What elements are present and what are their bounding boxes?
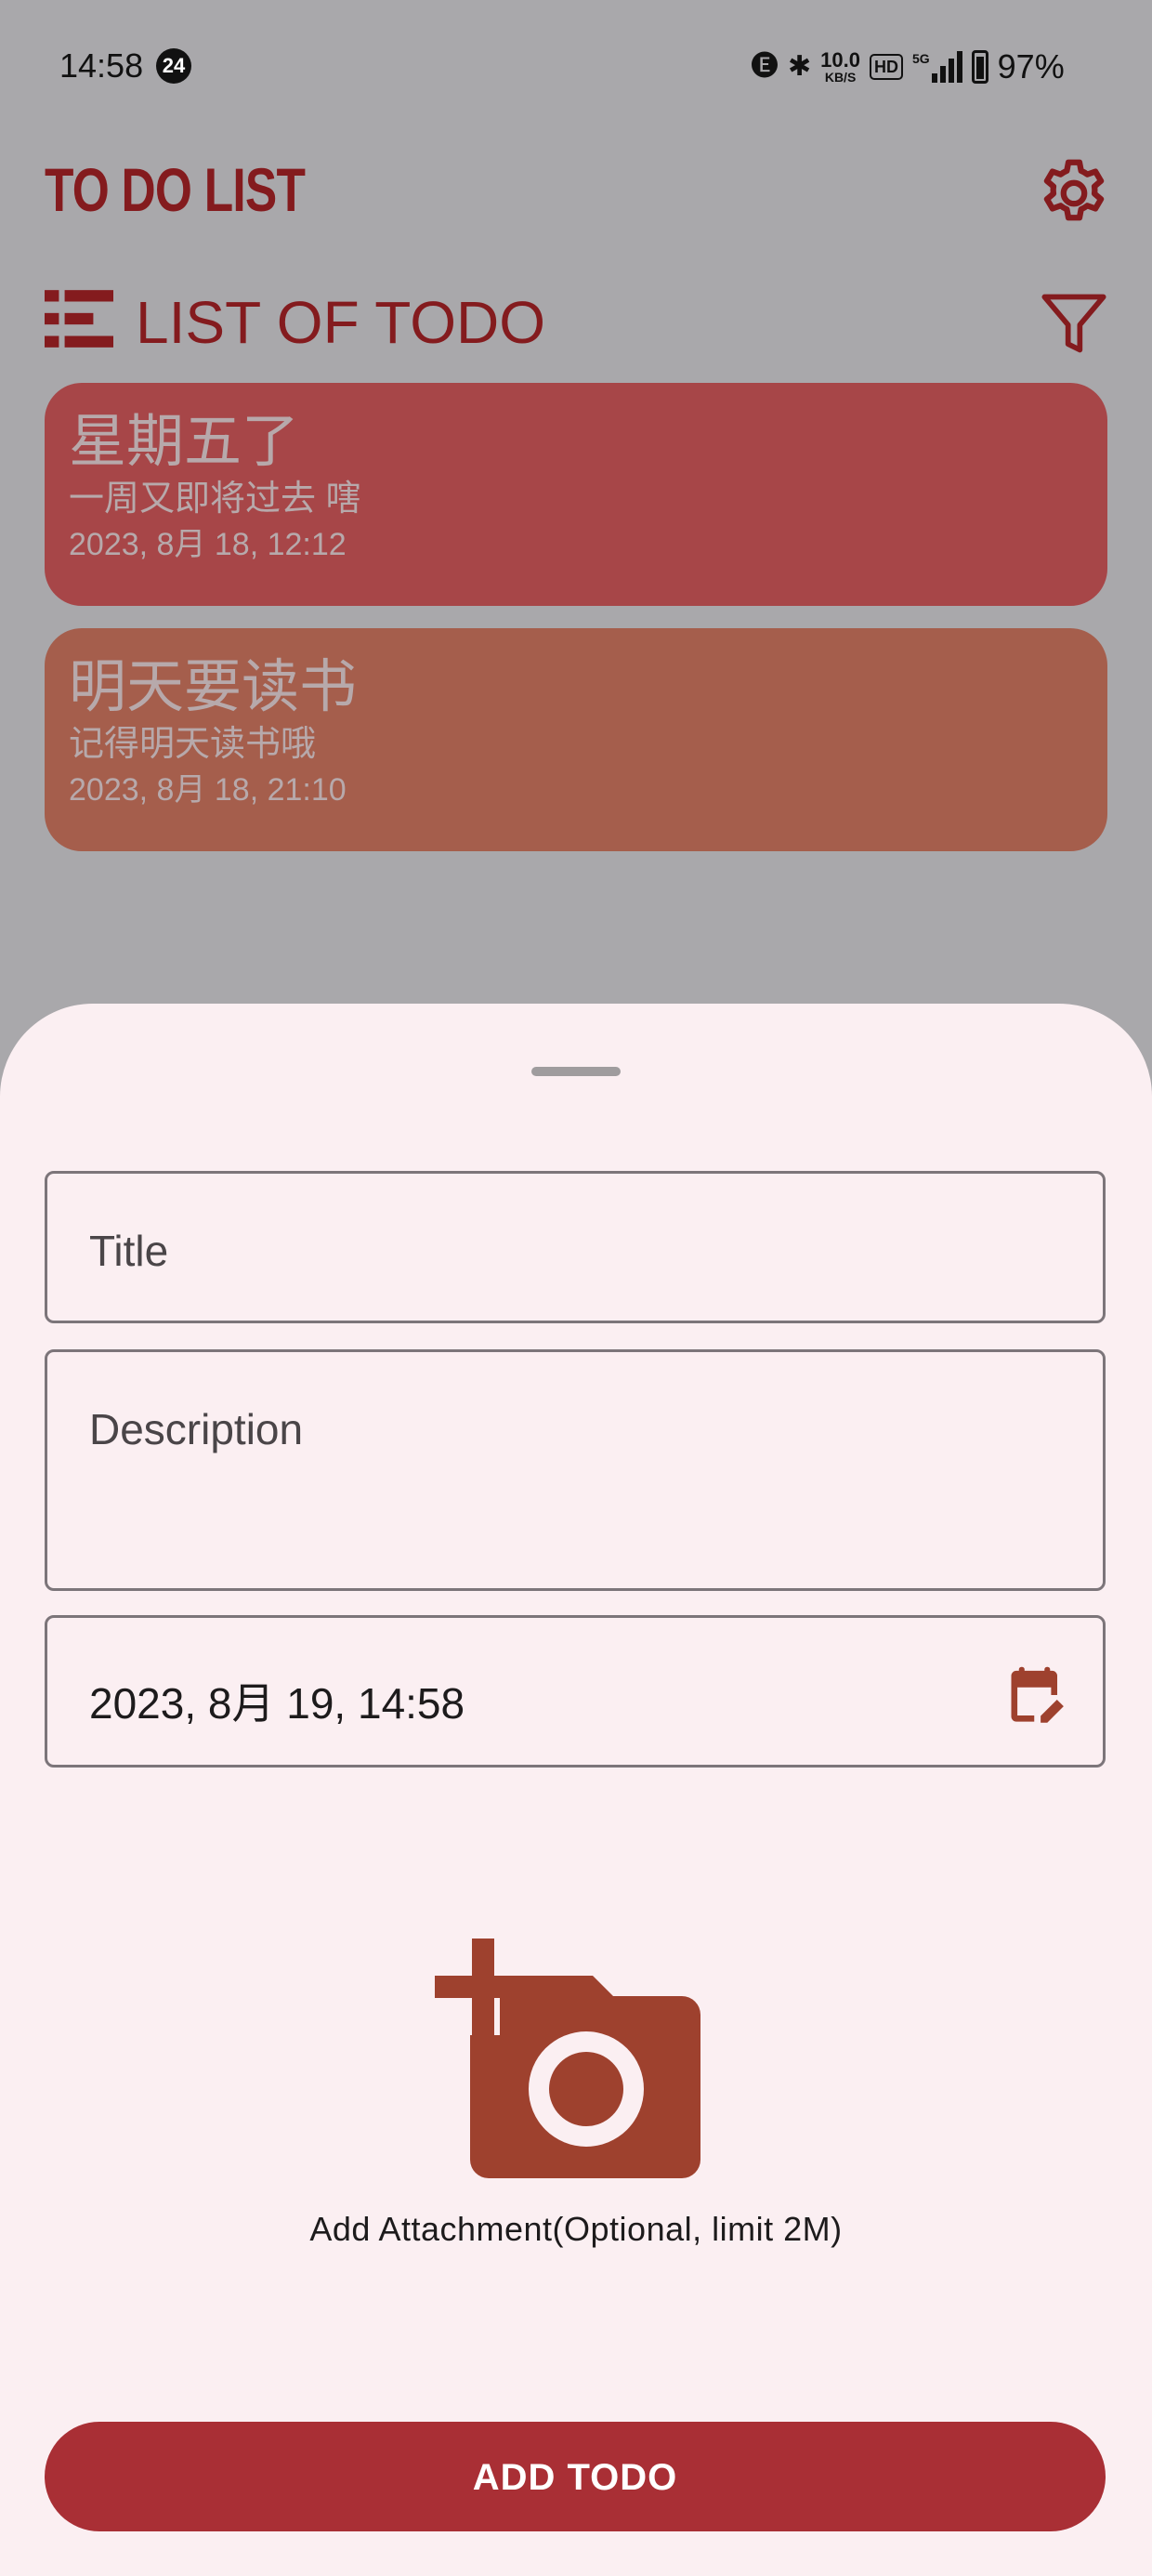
battery-icon	[971, 50, 988, 84]
net-speed: 10.0 KB/S	[820, 48, 860, 85]
filter-icon[interactable]	[1039, 288, 1109, 359]
sheet-drag-handle[interactable]	[531, 1067, 621, 1076]
nfc-icon: 🅔	[751, 51, 779, 82]
notification-badge: 24	[156, 48, 191, 84]
description-field[interactable]: Description	[45, 1349, 1106, 1591]
calendar-edit-icon[interactable]	[1006, 1664, 1067, 1726]
todo-description: 记得明天读书哦	[69, 725, 317, 764]
add-photo-icon[interactable]	[435, 1939, 713, 2184]
todo-title: 明天要读书	[69, 655, 358, 719]
todo-description: 一周又即将过去 嗐	[69, 480, 361, 519]
app-title: TO DO LIST	[45, 155, 306, 224]
hd-badge: HD	[869, 54, 903, 80]
status-icons: 🅔 ✱ 10.0 KB/S HD 5G 97%	[751, 46, 1065, 87]
todo-card[interactable]: 明天要读书 记得明天读书哦 2023, 8月 18, 21:10	[45, 628, 1107, 851]
attachment-label: Add Attachment(Optional, limit 2M)	[309, 2210, 843, 2248]
todo-card[interactable]: 星期五了 一周又即将过去 嗐 2023, 8月 18, 12:12	[45, 383, 1107, 606]
todo-title: 星期五了	[69, 410, 300, 474]
gear-icon[interactable]	[1035, 154, 1113, 232]
section-title: LIST OF TODO	[136, 289, 545, 356]
signal-icon: 5G	[912, 51, 962, 83]
date-field[interactable]: 2023, 8月 19, 14:58	[45, 1615, 1106, 1768]
net-speed-unit: KB/S	[824, 70, 857, 85]
title-placeholder: Title	[89, 1227, 169, 1275]
net-speed-value: 10.0	[820, 48, 860, 72]
status-time: 14:58	[59, 46, 144, 85]
battery-percent: 97%	[997, 47, 1065, 85]
todo-date: 2023, 8月 18, 12:12	[69, 527, 347, 562]
list-icon	[45, 290, 113, 348]
add-todo-button[interactable]: ADD TODO	[45, 2422, 1106, 2531]
description-placeholder: Description	[89, 1405, 304, 1453]
title-field[interactable]: Title	[45, 1171, 1106, 1323]
date-value: 2023, 8月 19, 14:58	[89, 1679, 465, 1728]
todo-date: 2023, 8月 18, 21:10	[69, 772, 347, 808]
bluetooth-icon: ✱	[788, 51, 812, 82]
network-type-label: 5G	[911, 51, 930, 66]
